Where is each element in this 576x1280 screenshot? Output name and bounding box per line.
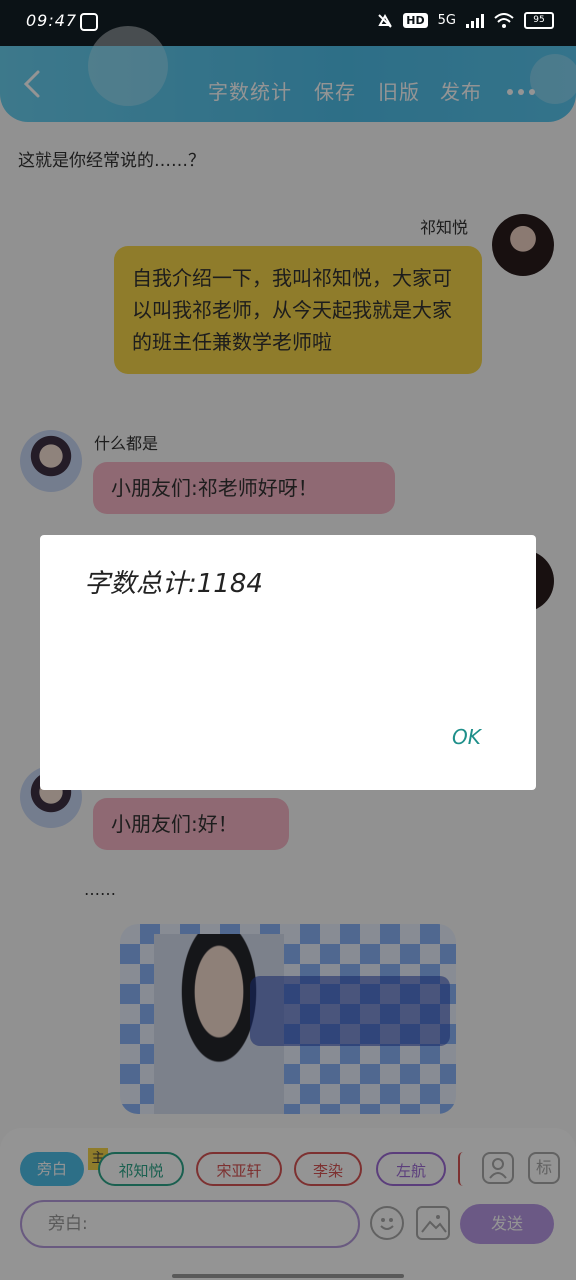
ok-button[interactable]: OK xyxy=(452,725,481,749)
wifi-icon xyxy=(494,12,514,28)
status-time: 09:47 xyxy=(26,11,78,30)
status-bar: 09:47 HD 5G 95 xyxy=(0,0,576,46)
mute-icon xyxy=(378,13,393,28)
signal-icon xyxy=(466,13,484,28)
network-label: 5G xyxy=(437,13,456,28)
battery-icon: 95 xyxy=(524,12,554,29)
word-count-dialog: 字数总计:1184 OK xyxy=(40,535,536,790)
dialog-message: 字数总计:1184 xyxy=(84,569,263,599)
app-notification-icon xyxy=(80,13,98,31)
hd-icon: HD xyxy=(403,13,428,28)
status-indicators: HD 5G 95 xyxy=(377,12,554,29)
